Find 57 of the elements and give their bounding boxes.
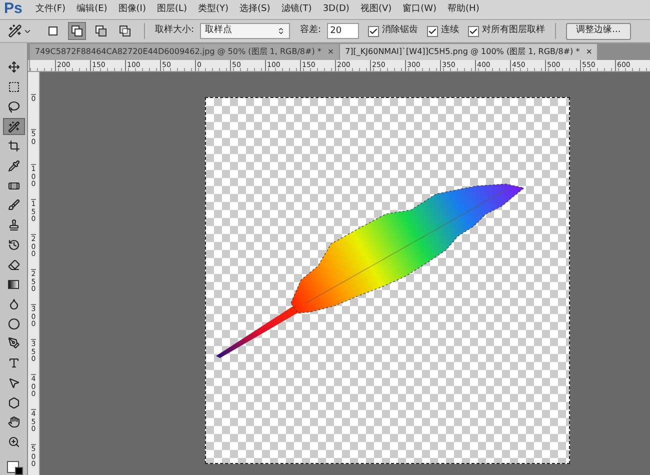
brush-icon [8, 199, 20, 212]
selection-mode-icon [46, 24, 60, 38]
history-brush-icon [8, 238, 20, 251]
menu-item[interactable]: 窗口(W) [402, 2, 437, 16]
stamp-icon [8, 219, 20, 232]
pen-icon [8, 337, 20, 350]
document-tab[interactable]: 7][_KJ60NMAI]`[W4]]C5H5.png @ 100% (图层 1, RGB/8#) * × [340, 44, 598, 60]
eraser-icon [8, 258, 20, 271]
menu-item[interactable]: 文件(F) [35, 2, 66, 16]
selection-mode-icon [94, 24, 108, 38]
move-icon [8, 61, 20, 74]
menu-item[interactable]: 图层(L) [156, 2, 188, 16]
tolerance-input[interactable]: 20 [327, 23, 360, 39]
menu-item[interactable]: 3D(D) [322, 2, 350, 16]
checkbox-label: 对所有图层取样 [482, 24, 546, 38]
dodge-icon [8, 318, 20, 330]
bandage-icon [8, 180, 20, 192]
sample-size-label: 取样大小: [155, 24, 194, 38]
refine-edge-button[interactable]: 调整边缘... [566, 22, 631, 40]
checkbox[interactable] [368, 26, 380, 36]
hexagon-icon [8, 396, 20, 409]
wand-icon[interactable] [8, 24, 22, 38]
droplet-icon [8, 298, 20, 310]
checkbox[interactable] [427, 26, 438, 36]
selection-mode-button[interactable] [68, 22, 86, 40]
menu-item[interactable]: 图像(I) [118, 2, 146, 16]
selection-mode-icon [118, 24, 132, 38]
selection-mode-icon [70, 24, 84, 38]
tab-title: 7][_KJ60NMAI]`[W4]]C5H5.png @ 100% (图层 1, RGB/8#) * [345, 46, 580, 58]
menu-item[interactable]: 选择(S) [240, 2, 270, 16]
crop-icon [8, 140, 20, 152]
menu-item[interactable]: 视图(V) [360, 2, 392, 16]
tab-title: 749C5872F88464CA82720E44D6009462.jpg @ 50% (图层 1, RGB/8#) * [35, 46, 322, 58]
app-logo: Ps [4, 0, 22, 20]
hand-icon [8, 416, 20, 428]
eyedropper-icon [8, 160, 20, 172]
close-icon[interactable]: × [586, 46, 592, 58]
menu-item[interactable]: 类型(Y) [198, 2, 229, 16]
dashed-square-icon [8, 81, 20, 94]
close-icon[interactable]: × [327, 46, 334, 58]
gradient-icon [8, 280, 19, 289]
checkbox[interactable] [468, 26, 480, 36]
menu-item[interactable]: 编辑(E) [76, 2, 108, 16]
tolerance-label: 容差: [300, 24, 322, 38]
checkbox-label: 消除锯齿 [382, 24, 418, 38]
document-tab[interactable]: 749C5872F88464CA82720E44D6009462.jpg @ 50% (图层 1, RGB/8#) * × [30, 44, 340, 60]
sample-size-select[interactable]: 取样点 [200, 23, 290, 39]
tool-button[interactable] [2, 118, 24, 135]
lasso-icon [8, 100, 20, 113]
menu-item[interactable]: 滤镜(T) [281, 2, 312, 16]
checkbox-label: 连续 [441, 24, 460, 38]
type-icon [8, 357, 20, 370]
zoom-icon [8, 436, 20, 448]
select-arrows-icon [277, 27, 286, 35]
wand-icon [8, 120, 20, 133]
menu-item[interactable]: 帮助(H) [448, 2, 480, 16]
pointer-icon [8, 376, 20, 389]
